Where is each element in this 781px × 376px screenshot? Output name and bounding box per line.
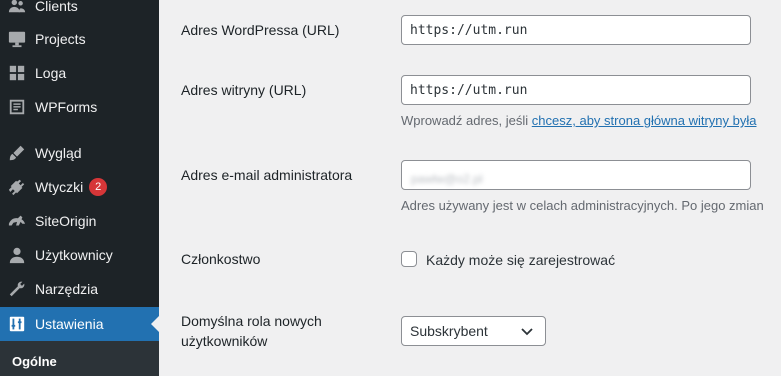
projects-icon [8,30,26,48]
wp-url-input[interactable] [401,15,751,45]
sidebar-item-label: Narzędzia [35,281,99,297]
membership-checkbox-label[interactable]: Każdy może się zarejestrować [426,252,615,268]
sidebar-item-wyglad[interactable]: Wygląd [0,136,159,170]
site-url-input[interactable] [401,75,751,105]
wrench-icon [8,280,26,298]
settings-icon [8,315,26,333]
sidebar-item-clients[interactable]: Clients [0,0,159,23]
sidebar-item-loga[interactable]: Loga [0,56,159,90]
site-url-desc-link[interactable]: chcesz, aby strona główna witryny była [532,113,757,128]
users-icon [8,0,26,15]
sidebar-item-label: Ustawienia [35,316,104,332]
site-url-label: Adres witryny (URL) [181,82,307,98]
admin-email-value: pawlw@o2.pl [411,172,483,186]
plugin-icon [8,178,26,196]
grid-icon [8,64,26,82]
sidebar-item-ustawienia[interactable]: Ustawienia [0,307,159,341]
forms-icon [8,98,26,116]
sidebar-item-label: Loga [35,65,67,81]
sidebar-item-label: Clients [35,0,78,14]
siteorigin-icon [8,212,26,230]
sidebar-item-uzytkownicy[interactable]: Użytkownicy [0,238,159,272]
submenu-item-ogolne[interactable]: Ogólne [12,354,57,369]
site-url-description: Wprowadź adres, jeśli chcesz, aby strona… [401,113,757,128]
sidebar-item-label: SiteOrigin [35,213,97,229]
sidebar-item-narzedzia[interactable]: Narzędzia [0,272,159,306]
default-role-label-line1: Domyślna rola nowych [181,313,322,329]
user-icon [8,246,26,264]
sidebar-item-label: Projects [35,31,86,47]
admin-sidebar: Clients Projects Loga WPForms Wygląd Wty… [0,0,159,376]
sidebar-item-label: Użytkownicy [35,247,113,263]
admin-email-description: Adres używany jest w celach administracy… [401,198,764,213]
sidebar-item-wpforms[interactable]: WPForms [0,90,159,124]
active-indicator-arrow [151,316,159,332]
settings-submenu: Ogólne [0,341,159,376]
sidebar-item-label: Wtyczki [35,179,84,195]
membership-label: Członkostwo [181,251,261,267]
sidebar-item-projects[interactable]: Projects [0,22,159,56]
update-count-badge: 2 [89,178,108,196]
site-url-desc-text: Wprowadź adres, jeśli [401,113,532,128]
sidebar-item-wtyczki[interactable]: Wtyczki 2 [0,170,159,204]
sidebar-item-label: Wygląd [35,145,82,161]
admin-email-label: Adres e-mail administratora [181,167,353,183]
membership-checkbox[interactable] [401,251,417,267]
default-role-label-line2: użytkowników [181,333,268,349]
chevron-down-icon [521,328,533,336]
default-role-select[interactable]: Subskrybent [401,316,546,346]
wp-url-label: Adres WordPressa (URL) [181,22,340,38]
default-role-selected-value: Subskrybent [410,323,488,339]
brush-icon [8,144,26,162]
sidebar-item-siteorigin[interactable]: SiteOrigin [0,204,159,238]
sidebar-item-label: WPForms [35,99,98,115]
